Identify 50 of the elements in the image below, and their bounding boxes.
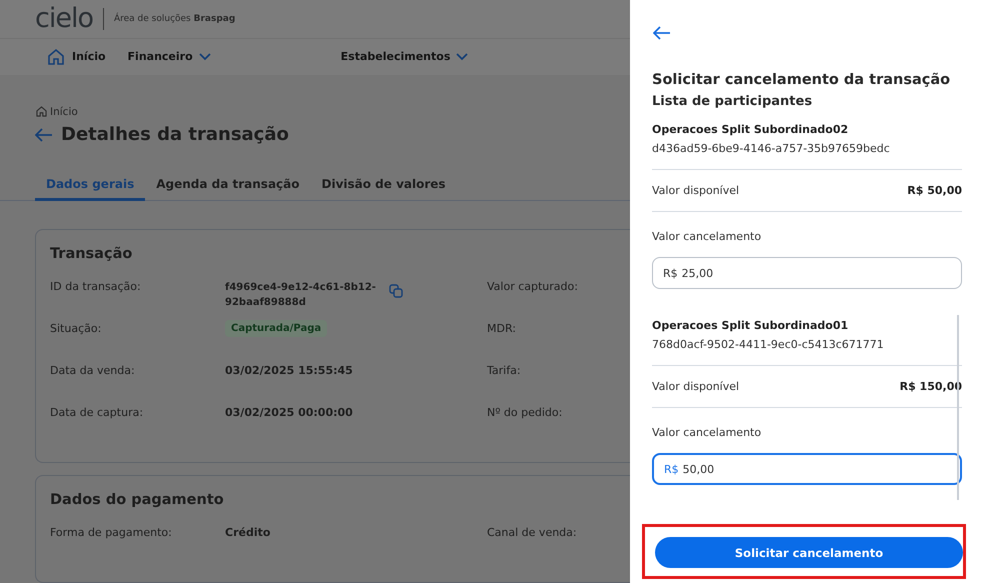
- participant-id: d436ad59-6be9-4146-a757-35b97659bedc: [652, 142, 891, 155]
- home-icon: [46, 46, 66, 67]
- back-arrow-icon: [653, 26, 671, 40]
- nav-item[interactable]: Financeiro: [128, 50, 211, 64]
- amount-field[interactable]: R$ 50,00: [652, 453, 962, 485]
- tab[interactable]: Dados gerais: [35, 171, 146, 201]
- section-title: Lista de participantes: [652, 94, 814, 109]
- field-label: Valor capturado:: [487, 280, 579, 293]
- available-amount: R$ 150,00: [900, 380, 962, 393]
- field-label: Nº do pedido:: [487, 406, 564, 419]
- header-subtitle: Área de soluções Braspag: [114, 14, 236, 24]
- available-label: Valor disponível: [652, 380, 740, 393]
- home-icon: [35, 105, 48, 118]
- submit-button[interactable]: Solicitar cancelamento: [655, 537, 963, 568]
- field-value: f4969ce4-9e12-4c61-8b12-92baaf89888d: [225, 281, 377, 310]
- field-label: Tarifa:: [487, 364, 522, 377]
- chevron-down-icon: [198, 52, 211, 61]
- breadcrumb-link[interactable]: Início: [35, 105, 630, 118]
- cielo-logo: cielo: [35, 3, 93, 34]
- tab[interactable]: Agenda da transação: [145, 171, 310, 201]
- card-title: Dados do pagamento: [50, 492, 225, 508]
- field-label: Data da venda:: [50, 364, 136, 377]
- participant-id: 768d0acf-9502-4411-9ec0-c5413c671771: [652, 338, 885, 351]
- tab[interactable]: Divisão de valores: [310, 171, 457, 201]
- page-title: Detalhes da transação: [61, 124, 289, 145]
- field-label: ID da transação:: [50, 280, 142, 293]
- field-label: Situação:: [50, 322, 102, 335]
- field-value: 03/02/2025 15:55:45: [225, 364, 354, 377]
- back-button[interactable]: [35, 128, 53, 142]
- field-label: Data de captura:: [50, 406, 144, 419]
- card-title: Transação: [50, 246, 134, 262]
- nav-item[interactable]: Estabelecimentos: [340, 50, 468, 64]
- status-badge: Capturada/Paga: [225, 320, 328, 337]
- copy-icon[interactable]: [389, 284, 403, 298]
- nav-item[interactable]: Início: [46, 46, 106, 67]
- available-amount: R$ 50,00: [907, 184, 962, 197]
- cancel-amount-label: Valor cancelamento: [652, 230, 762, 243]
- back-arrow-icon: [35, 128, 53, 142]
- amount-field[interactable]: R$ 25,00: [652, 257, 962, 289]
- field-value: Crédito: [225, 526, 272, 539]
- drawer-title: Solicitar cancelamento da transação: [652, 72, 952, 88]
- field-label: Canal de venda:: [487, 526, 578, 539]
- field-label: MDR:: [487, 322, 517, 335]
- cancel-amount-label: Valor cancelamento: [652, 426, 762, 439]
- chevron-down-icon: [456, 52, 468, 61]
- field-label: Forma de pagamento:: [50, 526, 173, 539]
- available-label: Valor disponível: [652, 184, 740, 197]
- field-value: 03/02/2025 00:00:00: [225, 406, 354, 419]
- participant-name: Operacoes Split Subordinado02: [652, 123, 850, 136]
- participant-name: Operacoes Split Subordinado01: [652, 319, 850, 332]
